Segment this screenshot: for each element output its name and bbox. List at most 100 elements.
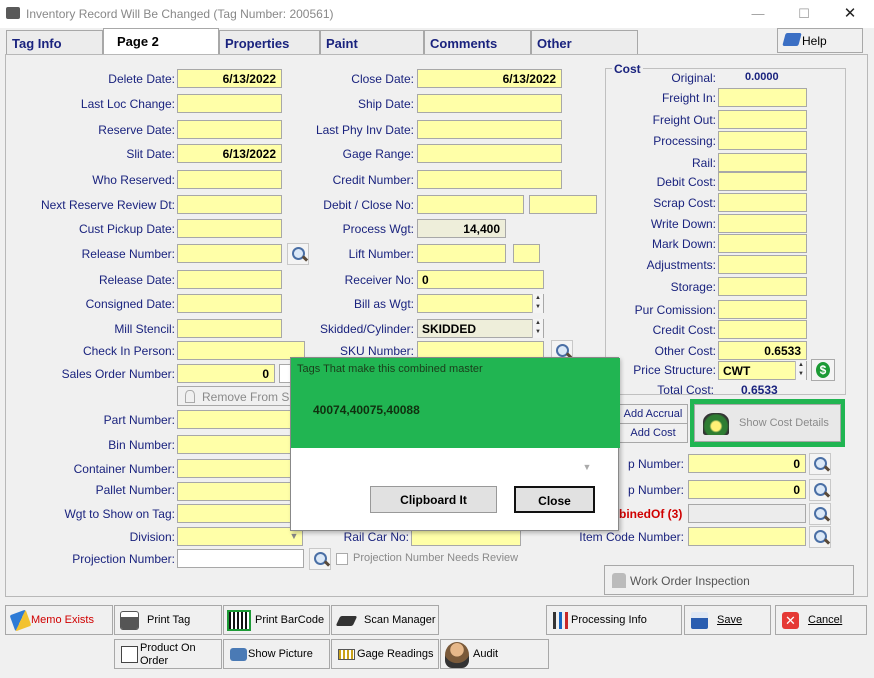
- maximize-button[interactable]: ☐: [789, 4, 819, 24]
- show-picture-button[interactable]: Show Picture: [223, 639, 330, 669]
- lift-number-extra-field[interactable]: [513, 244, 540, 263]
- consigned-date-field[interactable]: [177, 294, 282, 313]
- cust-pickup-date-field[interactable]: [177, 219, 282, 238]
- tab-paint[interactable]: Paint: [320, 30, 424, 54]
- next-reserve-review-field[interactable]: [177, 195, 282, 214]
- scan-manager-button[interactable]: Scan Manager: [331, 605, 439, 635]
- debit-cost-field[interactable]: [718, 172, 807, 191]
- storage-field[interactable]: [718, 277, 807, 296]
- release-date-field[interactable]: [177, 270, 282, 289]
- pur-comission-field[interactable]: [718, 300, 807, 319]
- minimize-button[interactable]: —: [743, 4, 773, 24]
- last-loc-change-field[interactable]: [177, 94, 282, 113]
- skidded-cylinder-field[interactable]: SKIDDED: [417, 319, 544, 338]
- check-in-person-field[interactable]: [177, 341, 305, 360]
- freight-in-field[interactable]: [718, 88, 807, 107]
- print-tag-button[interactable]: Print Tag: [114, 605, 222, 635]
- tab-page-2[interactable]: Page 2: [103, 28, 219, 55]
- combined-of-search-icon[interactable]: [809, 503, 831, 525]
- item-code-search-icon[interactable]: [809, 526, 831, 548]
- mark-down-field[interactable]: [718, 234, 807, 253]
- rail-field[interactable]: [718, 153, 807, 172]
- pallet-number-field[interactable]: [177, 482, 291, 501]
- item-code-number-field[interactable]: [688, 527, 806, 546]
- close-date-field[interactable]: 6/13/2022: [417, 69, 562, 88]
- release-date-label: Release Date:: [98, 273, 175, 287]
- ruler-icon: [338, 649, 355, 660]
- freight-out-label: Freight Out:: [652, 113, 716, 127]
- print-barcode-button[interactable]: Print BarCode: [223, 605, 330, 635]
- lift-number-field[interactable]: [417, 244, 506, 263]
- add-accrual-button[interactable]: Add Accrual: [618, 404, 688, 424]
- p-number-2-field[interactable]: 0: [688, 480, 806, 499]
- inventory-record-window: Inventory Record Will Be Changed (Tag Nu…: [0, 0, 874, 678]
- price-structure-spinner[interactable]: ▲ ▼: [795, 361, 806, 380]
- debit-close-no-label: Debit / Close No:: [323, 198, 414, 212]
- debit-close-extra-field[interactable]: [529, 195, 597, 214]
- process-wgt-field[interactable]: 14,400: [417, 219, 506, 238]
- p-number-1-field[interactable]: 0: [688, 454, 806, 473]
- credit-cost-field[interactable]: [718, 320, 807, 339]
- gage-range-field[interactable]: [417, 144, 562, 163]
- release-number-field[interactable]: [177, 244, 282, 263]
- help-button[interactable]: Help: [777, 28, 863, 53]
- tab-tag-info[interactable]: Tag Info: [6, 30, 103, 54]
- floppy-disk-icon: [691, 612, 708, 629]
- dollar-icon[interactable]: $: [811, 359, 835, 381]
- tab-comments[interactable]: Comments: [424, 30, 531, 54]
- work-order-inspection-button[interactable]: Work Order Inspection: [604, 565, 854, 595]
- delete-date-field[interactable]: 6/13/2022: [177, 69, 282, 88]
- price-structure-field[interactable]: CWT: [718, 361, 807, 380]
- other-cost-field[interactable]: 0.6533: [718, 341, 807, 360]
- who-reserved-field[interactable]: [177, 170, 282, 189]
- projection-number-field[interactable]: [177, 549, 304, 568]
- reserve-date-label: Reserve Date:: [98, 123, 175, 137]
- part-number-field[interactable]: [177, 410, 291, 429]
- product-on-order-button[interactable]: Product On Order: [114, 639, 222, 669]
- adjustments-field[interactable]: [718, 255, 807, 274]
- sales-order-number-field[interactable]: 0: [177, 364, 275, 383]
- close-window-button[interactable]: ✕: [835, 4, 865, 24]
- bin-number-field[interactable]: [177, 435, 291, 454]
- popup-header-text: Tags That make this combined master: [297, 363, 483, 375]
- add-cost-button[interactable]: Add Cost: [618, 423, 688, 443]
- p-number-2-search-icon[interactable]: [809, 479, 831, 501]
- freight-out-field[interactable]: [718, 110, 807, 129]
- projection-search-icon[interactable]: [309, 548, 331, 570]
- processing-field[interactable]: [718, 131, 807, 150]
- scrap-cost-field[interactable]: [718, 193, 807, 212]
- wgt-to-show-field[interactable]: [177, 504, 291, 523]
- slit-date-field[interactable]: 6/13/2022: [177, 144, 282, 163]
- gage-readings-button[interactable]: Gage Readings: [331, 639, 439, 669]
- last-phy-inv-date-field[interactable]: [417, 120, 562, 139]
- tab-properties[interactable]: Properties: [219, 30, 320, 54]
- ship-date-field[interactable]: [417, 94, 562, 113]
- memo-exists-button[interactable]: Memo Exists: [5, 605, 113, 635]
- bill-as-wgt-spinner[interactable]: ▲ ▼: [532, 294, 543, 313]
- division-select[interactable]: [177, 527, 303, 546]
- clipboard-it-button[interactable]: Clipboard It: [370, 486, 497, 513]
- projection-review-checkbox[interactable]: [336, 553, 348, 565]
- receiver-no-field[interactable]: 0: [417, 270, 544, 289]
- popup-scroll-down-icon[interactable]: ▼: [581, 462, 593, 474]
- save-button[interactable]: Save: [684, 605, 771, 635]
- popup-close-button[interactable]: Close: [514, 486, 595, 513]
- show-cost-details-button[interactable]: Show Cost Details: [694, 404, 841, 442]
- reserve-date-field[interactable]: [177, 120, 282, 139]
- container-number-field[interactable]: [177, 459, 291, 478]
- remove-from-button[interactable]: Remove From S: [177, 386, 292, 406]
- cancel-button[interactable]: ✕ Cancel: [775, 605, 867, 635]
- pallet-number-label: Pallet Number:: [95, 483, 175, 497]
- p-number-1-search-icon[interactable]: [809, 453, 831, 475]
- processing-info-button[interactable]: Processing Info: [546, 605, 682, 635]
- combined-of-field[interactable]: [688, 504, 806, 523]
- credit-number-field[interactable]: [417, 170, 562, 189]
- debit-close-no-field[interactable]: [417, 195, 524, 214]
- tab-other[interactable]: Other: [531, 30, 638, 54]
- audit-button[interactable]: Audit: [440, 639, 549, 669]
- container-number-label: Container Number:: [73, 462, 175, 476]
- bill-as-wgt-field[interactable]: [417, 294, 544, 313]
- write-down-field[interactable]: [718, 214, 807, 233]
- mill-stencil-field[interactable]: [177, 319, 282, 338]
- skidded-cylinder-spinner[interactable]: ▲ ▼: [532, 319, 543, 338]
